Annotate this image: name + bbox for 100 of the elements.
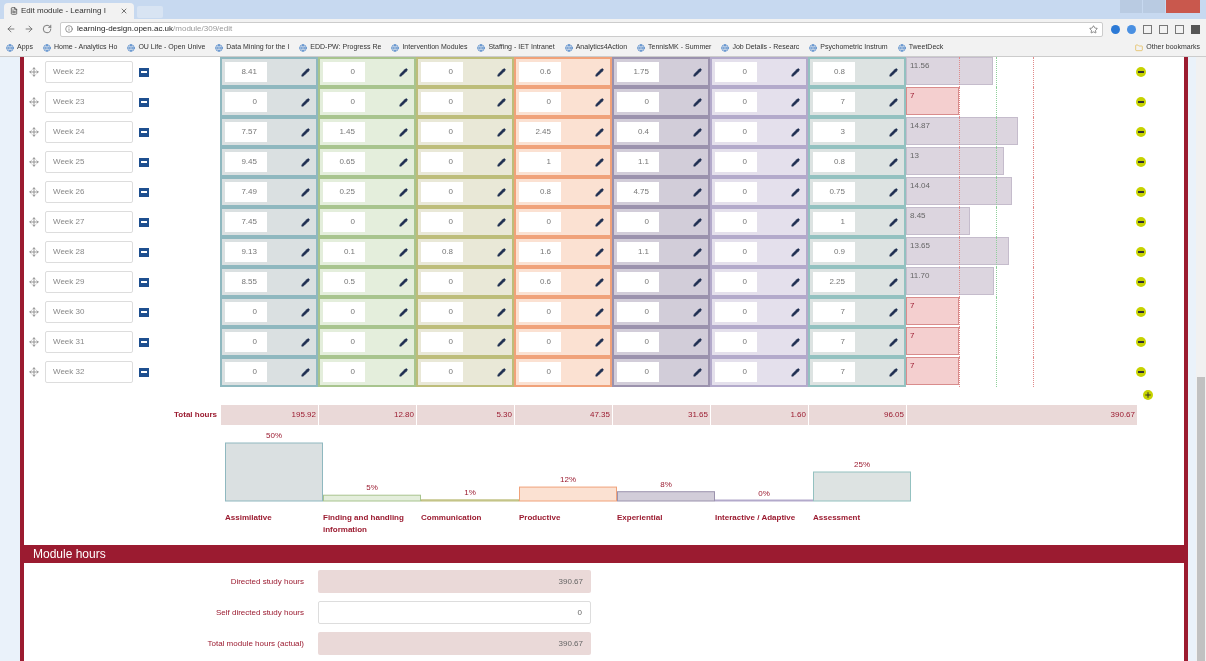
hours-input[interactable]: 0 (421, 302, 463, 322)
remove-row-icon[interactable] (1136, 127, 1146, 137)
edit-icon[interactable] (889, 307, 898, 317)
edit-icon[interactable] (791, 157, 800, 167)
week-field[interactable]: Week 22 (45, 61, 133, 83)
hours-input[interactable]: 0 (323, 92, 365, 112)
hours-input[interactable]: 9.45 (225, 152, 267, 172)
remove-row-icon[interactable] (1136, 247, 1146, 257)
edit-icon[interactable] (791, 187, 800, 197)
week-field[interactable]: Week 28 (45, 241, 133, 263)
edit-icon[interactable] (399, 187, 408, 197)
hours-input[interactable]: 0 (519, 362, 561, 382)
edit-icon[interactable] (595, 307, 604, 317)
drag-handle-icon[interactable] (29, 367, 39, 377)
remove-row-icon[interactable] (1136, 277, 1146, 287)
edit-icon[interactable] (497, 217, 506, 227)
close-icon[interactable] (120, 7, 128, 15)
edit-icon[interactable] (693, 277, 702, 287)
edit-icon[interactable] (497, 277, 506, 287)
hours-input[interactable]: 0 (715, 122, 757, 142)
hours-input[interactable]: 0 (715, 302, 757, 322)
edit-icon[interactable] (595, 337, 604, 347)
edit-icon[interactable] (595, 217, 604, 227)
hours-input[interactable]: 0 (421, 212, 463, 232)
edit-icon[interactable] (791, 277, 800, 287)
edit-icon[interactable] (693, 367, 702, 377)
week-field[interactable]: Week 29 (45, 271, 133, 293)
hours-input[interactable]: 0.4 (617, 122, 659, 142)
edit-icon[interactable] (497, 97, 506, 107)
drag-handle-icon[interactable] (29, 277, 39, 287)
edit-icon[interactable] (595, 247, 604, 257)
week-field[interactable]: Week 32 (45, 361, 133, 383)
hours-input[interactable]: 0 (715, 212, 757, 232)
edit-icon[interactable] (889, 127, 898, 137)
hours-input[interactable]: 0 (715, 272, 757, 292)
week-field[interactable]: Week 26 (45, 181, 133, 203)
remove-row-icon[interactable] (1136, 217, 1146, 227)
edit-icon[interactable] (595, 187, 604, 197)
edit-icon[interactable] (889, 157, 898, 167)
hours-input[interactable]: 0 (421, 122, 463, 142)
remove-row-icon[interactable] (1136, 187, 1146, 197)
hours-input[interactable]: 0 (323, 302, 365, 322)
hours-input[interactable]: 0 (323, 62, 365, 82)
edit-icon[interactable] (399, 127, 408, 137)
edit-icon[interactable] (399, 157, 408, 167)
hours-input[interactable]: 0 (323, 332, 365, 352)
edit-icon[interactable] (693, 337, 702, 347)
remove-row-icon[interactable] (1136, 157, 1146, 167)
edit-icon[interactable] (693, 157, 702, 167)
drag-handle-icon[interactable] (29, 337, 39, 347)
edit-icon[interactable] (301, 367, 310, 377)
address-bar[interactable]: learning-design.open.ac.uk/module/309/edit (60, 21, 1103, 37)
week-field[interactable]: Week 27 (45, 211, 133, 233)
week-field[interactable]: Week 25 (45, 151, 133, 173)
edit-icon[interactable] (791, 67, 800, 77)
edit-icon[interactable] (595, 97, 604, 107)
edit-icon[interactable] (791, 127, 800, 137)
hours-input[interactable]: 0 (421, 362, 463, 382)
hours-input[interactable]: 0 (617, 362, 659, 382)
hours-input[interactable]: 2.45 (519, 122, 561, 142)
remove-row-icon[interactable] (1136, 367, 1146, 377)
hours-input[interactable]: 0 (519, 332, 561, 352)
star-icon[interactable] (1089, 24, 1098, 34)
collapse-icon[interactable] (139, 127, 149, 137)
hours-input[interactable]: 0.1 (323, 242, 365, 262)
hours-input[interactable]: 7 (813, 92, 855, 112)
hours-input[interactable]: 0.8 (519, 182, 561, 202)
hours-input[interactable]: 0 (715, 62, 757, 82)
edit-icon[interactable] (595, 67, 604, 77)
hours-input[interactable]: 1.1 (617, 152, 659, 172)
hours-input[interactable]: 1.45 (323, 122, 365, 142)
hours-input[interactable]: 0 (617, 212, 659, 232)
scrollbar[interactable] (1196, 57, 1206, 661)
hours-input[interactable]: 7.49 (225, 182, 267, 202)
hours-input[interactable]: 0.8 (813, 62, 855, 82)
hours-input[interactable]: 4.75 (617, 182, 659, 202)
hours-input[interactable]: 8.55 (225, 272, 267, 292)
collapse-icon[interactable] (139, 277, 149, 287)
hours-input[interactable]: 0 (323, 362, 365, 382)
edit-icon[interactable] (889, 367, 898, 377)
hours-input[interactable]: 0.6 (519, 272, 561, 292)
edit-icon[interactable] (399, 67, 408, 77)
back-icon[interactable] (6, 24, 16, 34)
edit-icon[interactable] (399, 217, 408, 227)
edit-icon[interactable] (301, 127, 310, 137)
hours-input[interactable]: 0.8 (813, 152, 855, 172)
hours-input[interactable]: 2.25 (813, 272, 855, 292)
edit-icon[interactable] (595, 277, 604, 287)
hours-input[interactable]: 7.45 (225, 212, 267, 232)
drag-handle-icon[interactable] (29, 67, 39, 77)
hours-input[interactable]: 0.5 (323, 272, 365, 292)
week-field[interactable]: Week 31 (45, 331, 133, 353)
edit-icon[interactable] (693, 187, 702, 197)
remove-row-icon[interactable] (1136, 337, 1146, 347)
hours-input[interactable]: 0 (617, 92, 659, 112)
hours-input[interactable]: 9.13 (225, 242, 267, 262)
edit-icon[interactable] (301, 337, 310, 347)
drag-handle-icon[interactable] (29, 157, 39, 167)
edit-icon[interactable] (693, 127, 702, 137)
edit-icon[interactable] (399, 97, 408, 107)
